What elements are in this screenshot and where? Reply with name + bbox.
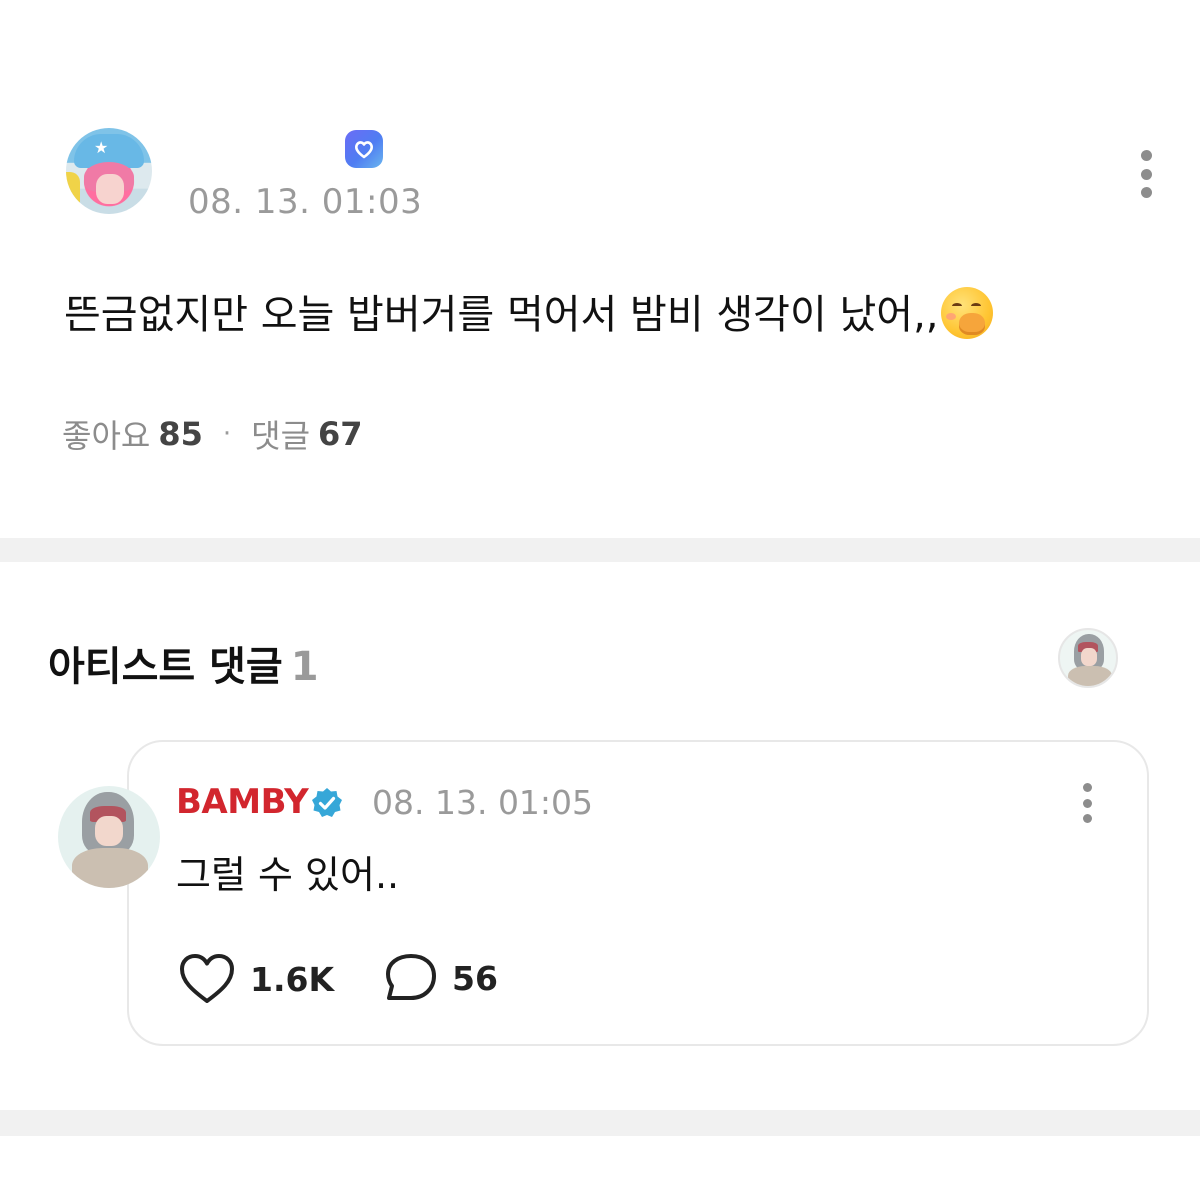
heart-link-icon xyxy=(354,141,374,159)
post-page: ★ 08. 13. 01:03 뜬금없지만 오늘 밥버거를 먹어서 밤비 생각이… xyxy=(0,0,1200,1200)
section-divider xyxy=(0,538,1200,562)
heart-icon xyxy=(180,954,234,1003)
avatar-decoration xyxy=(66,172,80,212)
artist-avatar-small[interactable] xyxy=(1058,628,1118,688)
post-more-options-button[interactable] xyxy=(1136,150,1156,198)
kebab-dot xyxy=(1082,783,1092,792)
artist-comments-label: 아티스트 댓글 xyxy=(48,644,283,690)
reply-count: 56 xyxy=(452,958,498,998)
speech-bubble-icon xyxy=(386,954,436,1000)
artist-comments-title: 아티스트 댓글 1 xyxy=(48,634,319,692)
artist-name[interactable]: BAMBY xyxy=(176,782,309,822)
post-date: 08. 13. 01:03 xyxy=(188,182,423,222)
separator-dot: · xyxy=(222,419,232,449)
section-divider xyxy=(0,1110,1200,1136)
post-text: 뜬금없지만 오늘 밥버거를 먹어서 밤비 생각이 났어,, xyxy=(64,292,939,338)
star-icon: ★ xyxy=(94,138,109,157)
comment-more-options-button[interactable] xyxy=(1078,783,1096,823)
post-body: 뜬금없지만 오늘 밥버거를 먹어서 밤비 생각이 났어,, xyxy=(64,282,993,343)
membership-badge-icon xyxy=(345,130,383,168)
artist-comments-count: 1 xyxy=(290,644,319,690)
like-count: 1.6K xyxy=(250,959,335,999)
reply-button[interactable]: 56 xyxy=(384,952,498,1004)
comments-count[interactable]: 67 xyxy=(318,415,363,453)
comment-text: 그럴 수 있어.. xyxy=(176,853,400,897)
comment-date: 08. 13. 01:05 xyxy=(372,783,594,822)
post-author-avatar[interactable]: ★ xyxy=(66,128,152,214)
comments-label[interactable]: 댓글 xyxy=(251,411,310,457)
kebab-dot xyxy=(1140,187,1152,198)
verified-badge-icon xyxy=(312,788,342,817)
kebab-dot xyxy=(1140,150,1152,161)
kebab-dot xyxy=(1082,814,1092,823)
artist-avatar[interactable] xyxy=(58,786,160,888)
kebab-dot xyxy=(1140,168,1152,180)
post-stats: 좋아요 85 · 댓글 67 xyxy=(62,411,363,457)
likes-label[interactable]: 좋아요 xyxy=(62,411,150,457)
kebab-dot xyxy=(1082,798,1092,808)
like-button[interactable]: 1.6K xyxy=(178,952,334,1006)
face-with-hand-over-mouth-icon xyxy=(940,287,993,339)
avatar-face xyxy=(96,174,124,204)
likes-count[interactable]: 85 xyxy=(158,415,203,453)
